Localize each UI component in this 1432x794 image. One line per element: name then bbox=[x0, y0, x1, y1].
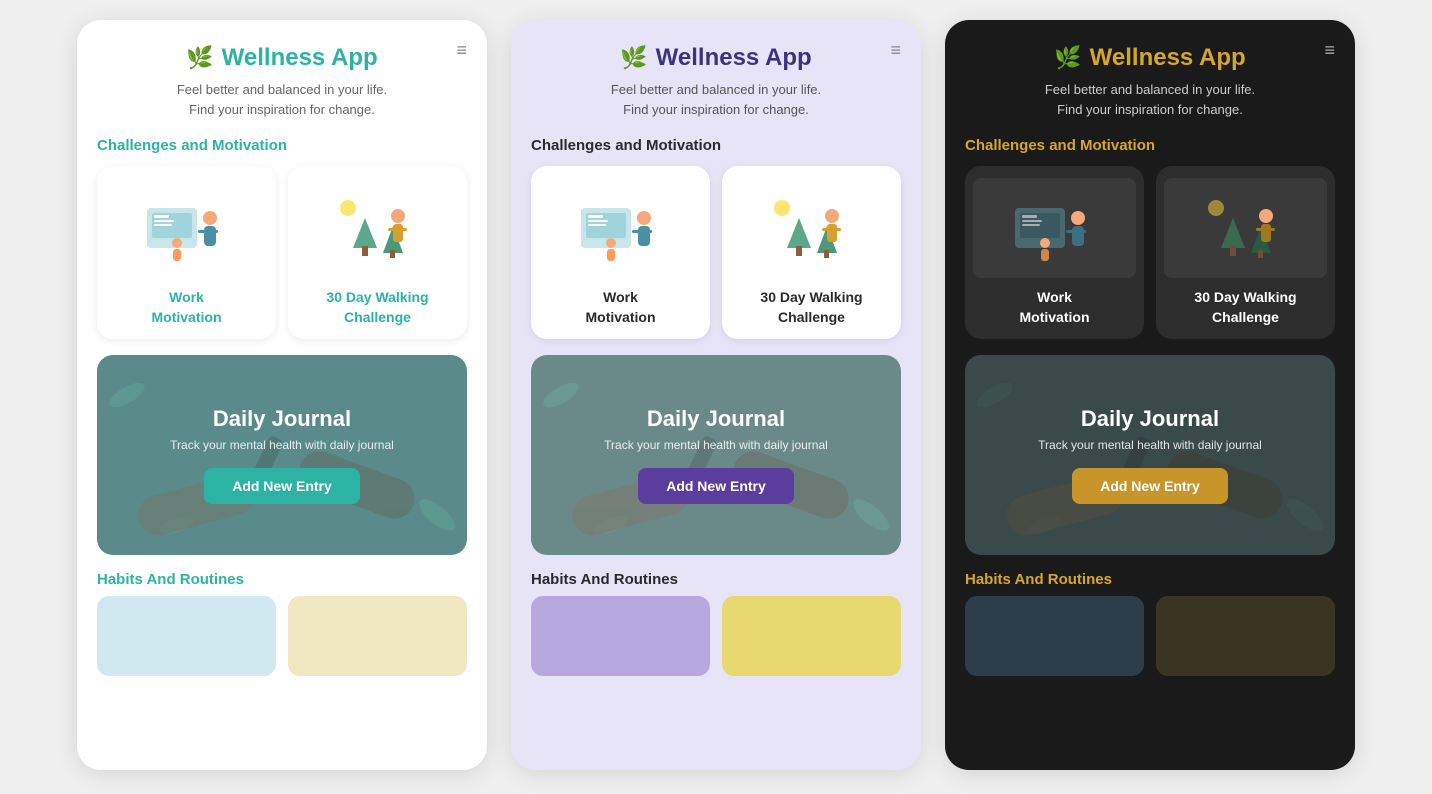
journal-subtitle-light: Track your mental health with daily jour… bbox=[170, 438, 394, 452]
cards-row-dark: WorkMotivation 30 Day WalkingChallenge bbox=[965, 166, 1335, 339]
journal-subtitle-dark: Track your mental health with daily jour… bbox=[1038, 438, 1262, 452]
work-motivation-illustration-light bbox=[105, 178, 268, 278]
app-title-dark: Wellness App bbox=[1090, 44, 1246, 72]
journal-overlay-purple bbox=[531, 355, 901, 555]
tagline-light: Feel better and balanced in your life.Fi… bbox=[177, 80, 387, 119]
walking-challenge-illustration-light bbox=[296, 178, 459, 278]
app-title-purple: Wellness App bbox=[656, 44, 812, 72]
tagline-dark: Feel better and balanced in your life.Fi… bbox=[1045, 80, 1255, 119]
challenges-title-purple: Challenges and Motivation bbox=[531, 137, 901, 154]
menu-icon-purple[interactable]: ≡ bbox=[890, 40, 901, 61]
work-motivation-illustration-dark bbox=[973, 178, 1136, 278]
menu-icon-dark[interactable]: ≡ bbox=[1324, 40, 1335, 61]
header-dark: 🌿 Wellness App Feel better and balanced … bbox=[965, 44, 1335, 119]
work-motivation-card-dark[interactable]: WorkMotivation bbox=[965, 166, 1144, 339]
journal-title-dark: Daily Journal bbox=[1081, 406, 1219, 432]
challenges-title-dark: Challenges and Motivation bbox=[965, 137, 1335, 154]
habit-card-2-purple[interactable] bbox=[722, 596, 901, 676]
walking-challenge-label-dark: 30 Day WalkingChallenge bbox=[1194, 288, 1296, 327]
add-entry-btn-dark[interactable]: Add New Entry bbox=[1072, 468, 1228, 504]
phone-purple: ≡ 🌿 Wellness App Feel better and balance… bbox=[511, 20, 921, 770]
walking-challenge-illustration-purple bbox=[730, 178, 893, 278]
work-motivation-illustration-purple bbox=[539, 178, 702, 278]
journal-title-light: Daily Journal bbox=[213, 406, 351, 432]
habit-card-1-light[interactable] bbox=[97, 596, 276, 676]
walking-challenge-label-light: 30 Day WalkingChallenge bbox=[326, 288, 428, 327]
tagline-purple: Feel better and balanced in your life.Fi… bbox=[611, 80, 821, 119]
logo-icon-dark: 🌿 bbox=[1054, 45, 1081, 71]
walking-challenge-illustration-dark bbox=[1164, 178, 1327, 278]
habit-card-1-purple[interactable] bbox=[531, 596, 710, 676]
menu-icon-light[interactable]: ≡ bbox=[456, 40, 467, 61]
work-motivation-label-purple: WorkMotivation bbox=[586, 288, 656, 327]
journal-overlay-dark bbox=[965, 355, 1335, 555]
habits-row-purple bbox=[531, 596, 901, 676]
logo-row-purple: 🌿 Wellness App bbox=[620, 44, 811, 72]
cards-row-light: WorkMotivation bbox=[97, 166, 467, 339]
walking-challenge-label-purple: 30 Day WalkingChallenge bbox=[760, 288, 862, 327]
add-entry-btn-light[interactable]: Add New Entry bbox=[204, 468, 360, 504]
work-motivation-label-light: WorkMotivation bbox=[152, 288, 222, 327]
walking-challenge-card-dark[interactable]: 30 Day WalkingChallenge bbox=[1156, 166, 1335, 339]
add-entry-btn-purple[interactable]: Add New Entry bbox=[638, 468, 794, 504]
cards-row-purple: WorkMotivation 30 Day WalkingChallenge bbox=[531, 166, 901, 339]
habit-card-2-dark[interactable] bbox=[1156, 596, 1335, 676]
header-purple: 🌿 Wellness App Feel better and balanced … bbox=[531, 44, 901, 119]
habit-card-2-light[interactable] bbox=[288, 596, 467, 676]
logo-row-dark: 🌿 Wellness App bbox=[1054, 44, 1245, 72]
habits-row-light bbox=[97, 596, 467, 676]
logo-row-light: 🌿 Wellness App bbox=[186, 44, 377, 72]
phone-light: ≡ 🌿 Wellness App Feel better and balance… bbox=[77, 20, 487, 770]
walking-challenge-card-light[interactable]: 30 Day WalkingChallenge bbox=[288, 166, 467, 339]
work-motivation-card-light[interactable]: WorkMotivation bbox=[97, 166, 276, 339]
journal-overlay-light bbox=[97, 355, 467, 555]
header-light: 🌿 Wellness App Feel better and balanced … bbox=[97, 44, 467, 119]
phone-dark: ≡ 🌿 Wellness App Feel better and balance… bbox=[945, 20, 1355, 770]
work-motivation-label-dark: WorkMotivation bbox=[1020, 288, 1090, 327]
habits-title-light: Habits And Routines bbox=[97, 571, 467, 588]
journal-title-purple: Daily Journal bbox=[647, 406, 785, 432]
logo-icon-purple: 🌿 bbox=[620, 45, 647, 71]
challenges-title-light: Challenges and Motivation bbox=[97, 137, 467, 154]
journal-card-purple: Daily Journal Track your mental health w… bbox=[531, 355, 901, 555]
habits-title-dark: Habits And Routines bbox=[965, 571, 1335, 588]
habits-row-dark bbox=[965, 596, 1335, 676]
walking-challenge-card-purple[interactable]: 30 Day WalkingChallenge bbox=[722, 166, 901, 339]
journal-card-dark: Daily Journal Track your mental health w… bbox=[965, 355, 1335, 555]
work-motivation-card-purple[interactable]: WorkMotivation bbox=[531, 166, 710, 339]
app-title-light: Wellness App bbox=[222, 44, 378, 72]
habits-title-purple: Habits And Routines bbox=[531, 571, 901, 588]
logo-icon-light: 🌿 bbox=[186, 45, 213, 71]
journal-subtitle-purple: Track your mental health with daily jour… bbox=[604, 438, 828, 452]
habit-card-1-dark[interactable] bbox=[965, 596, 1144, 676]
journal-card-light: Daily Journal Track your mental health w… bbox=[97, 355, 467, 555]
